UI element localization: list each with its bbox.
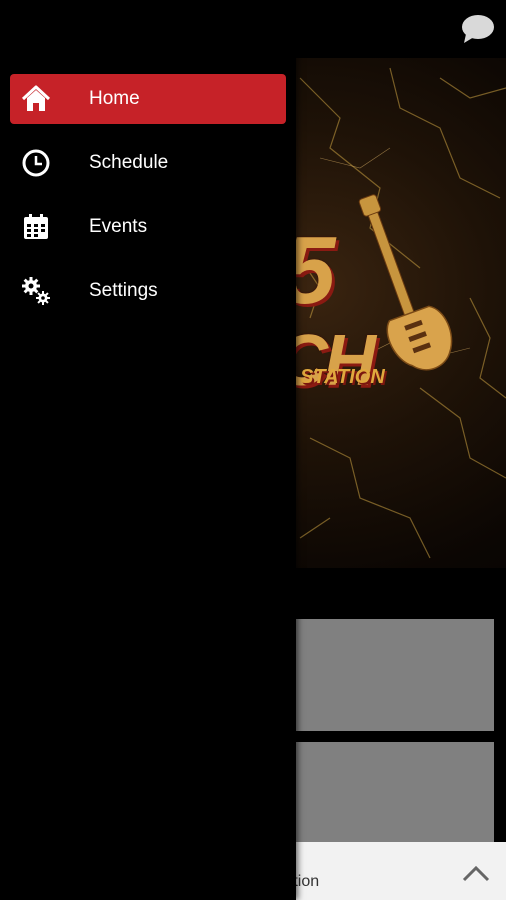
menu-item-schedule[interactable]: Schedule xyxy=(10,138,286,188)
drawer-menu: Home Schedule Events Settings xyxy=(0,74,296,330)
clock-icon xyxy=(20,147,52,179)
menu-item-settings[interactable]: Settings xyxy=(10,266,286,316)
menu-item-home[interactable]: Home xyxy=(10,74,286,124)
logo-subtitle: STATION xyxy=(300,366,385,388)
menu-item-events[interactable]: Events xyxy=(10,202,286,252)
calendar-icon xyxy=(20,211,52,243)
gears-icon xyxy=(20,275,52,307)
menu-item-label: Events xyxy=(89,216,148,237)
home-icon xyxy=(20,83,52,115)
menu-item-label: Home xyxy=(89,88,140,109)
menu-item-label: Schedule xyxy=(89,152,169,173)
chevron-up-icon[interactable] xyxy=(458,858,494,886)
menu-item-label: Settings xyxy=(89,280,158,301)
chat-icon[interactable] xyxy=(460,12,496,46)
navigation-drawer: Home Schedule Events Settings xyxy=(0,0,296,900)
